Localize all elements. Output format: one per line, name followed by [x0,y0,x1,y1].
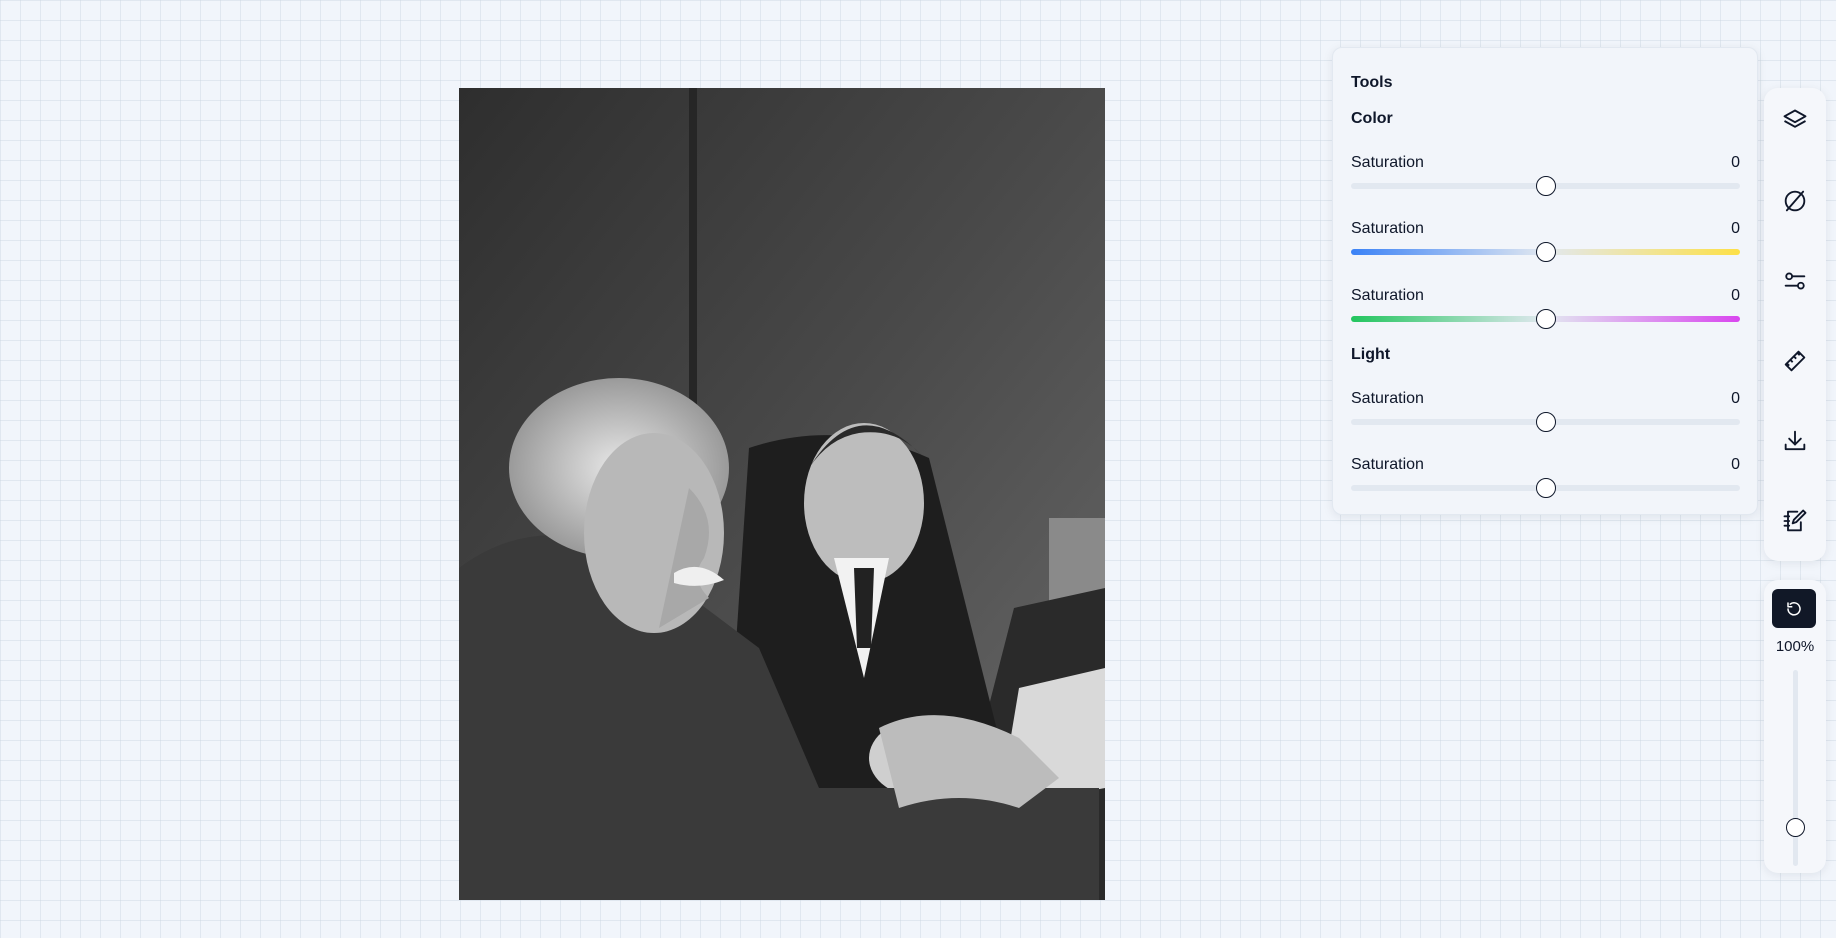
slider-label: Saturation [1351,220,1424,237]
color-saturation-slider[interactable]: Saturation 0 [1351,154,1740,204]
download-button[interactable] [1775,421,1815,461]
tools-panel: Tools Color Saturation 0 Saturation 0 Sa… [1332,47,1758,515]
tools-title: Tools [1351,74,1393,91]
slider-label: Saturation [1351,154,1424,171]
adjustments-button[interactable] [1775,261,1815,301]
slider-value: 0 [1731,220,1740,237]
slider-value: 0 [1731,154,1740,171]
slider-thumb[interactable] [1535,176,1556,196]
zoom-slider-thumb[interactable] [1786,817,1805,837]
slider-thumb[interactable] [1535,242,1556,262]
right-toolbar [1764,88,1826,561]
slider-value: 0 [1731,390,1740,407]
slider-thumb[interactable] [1535,412,1556,432]
edit-notes-icon [1783,509,1807,532]
reset-icon [1787,601,1801,616]
slider-value: 0 [1731,287,1740,304]
photo-image [459,88,1105,900]
section-title-color: Color [1351,110,1393,127]
slider-label: Saturation [1351,390,1424,407]
no-filter-icon [1784,190,1806,212]
slider-label: Saturation [1351,456,1424,473]
layers-button[interactable] [1775,101,1815,141]
blue-yellow-saturation-slider[interactable]: Saturation 0 [1351,220,1740,270]
adjustments-icon [1784,272,1806,290]
light-saturation-slider-2[interactable]: Saturation 0 [1351,456,1740,506]
download-icon [1784,430,1806,451]
slider-thumb[interactable] [1535,309,1556,329]
layers-icon [1783,109,1807,128]
reset-zoom-button[interactable] [1772,589,1816,628]
no-filter-button[interactable] [1775,181,1815,221]
photo-canvas[interactable] [459,88,1105,900]
ruler-icon [1784,350,1806,372]
slider-value: 0 [1731,456,1740,473]
zoom-panel: 100% [1764,580,1826,873]
zoom-level-label: 100% [1775,638,1815,655]
green-magenta-saturation-slider[interactable]: Saturation 0 [1351,287,1740,337]
section-title-light: Light [1351,346,1391,363]
ruler-button[interactable] [1775,341,1815,381]
slider-label: Saturation [1351,287,1424,304]
slider-thumb[interactable] [1535,478,1556,498]
light-saturation-slider-1[interactable]: Saturation 0 [1351,390,1740,440]
edit-notes-button[interactable] [1775,501,1815,541]
